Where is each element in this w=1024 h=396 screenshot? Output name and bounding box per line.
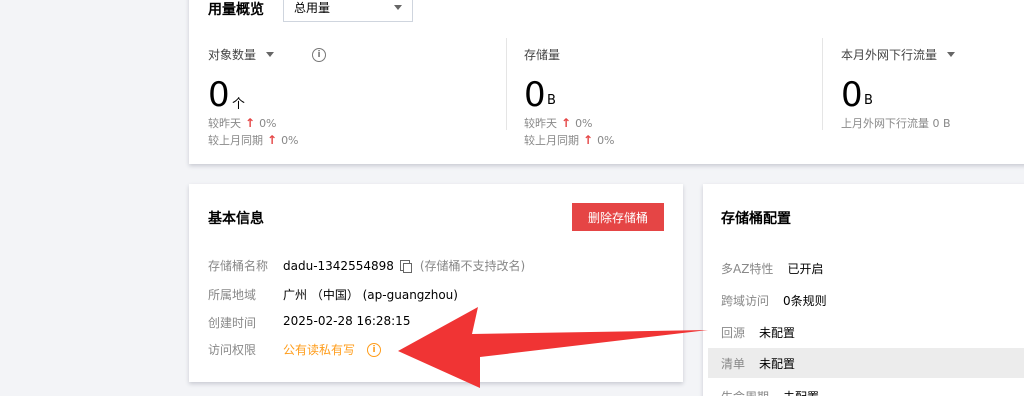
usage-type-select[interactable]: 总用量: [283, 0, 413, 22]
created-time-label: 创建时间: [208, 316, 257, 330]
metric-compare-row: 较昨天 ↑ 0%: [208, 115, 277, 131]
config-key: 清单: [721, 356, 746, 371]
basic-info-title: 基本信息: [208, 211, 264, 227]
config-key: 多AZ特性: [721, 261, 774, 276]
config-value: 未配置: [783, 388, 819, 396]
config-row-inventory[interactable]: 清单 未配置: [708, 348, 1024, 378]
arrow-up-icon: ↑: [245, 116, 256, 130]
compare-label: 较上月同期: [524, 134, 579, 147]
arrow-up-icon: ↑: [267, 133, 278, 147]
chevron-down-icon: [394, 4, 402, 10]
access-permission-value[interactable]: 公有读私有写: [283, 341, 355, 358]
region-value: 广州 （中国） (ap-guangzhou): [283, 288, 458, 302]
metric-object-count-value: 0: [208, 75, 230, 115]
config-value: 已开启: [787, 261, 824, 276]
compare-value: 0%: [597, 133, 615, 147]
bucket-name-label: 存储桶名称: [208, 259, 269, 273]
config-key: 生命周期: [721, 388, 769, 396]
metric-storage-value: 0: [524, 75, 546, 115]
usage-type-value: 总用量: [294, 0, 331, 15]
region-label: 所属地域: [208, 288, 257, 302]
config-value: 未配置: [759, 356, 796, 371]
config-row-multi-az: 多AZ特性 已开启: [708, 253, 1024, 283]
config-key: 跨域访问: [721, 293, 770, 308]
bucket-name-note: (存储桶不支持改名): [419, 259, 526, 273]
compare-value: 0%: [259, 116, 277, 130]
metric-unit: B: [864, 93, 873, 108]
metric-unit: B: [547, 93, 556, 108]
config-value: 未配置: [759, 325, 796, 340]
metric-compare-row: 较上月同期 ↑ 0%: [524, 132, 615, 148]
bucket-name-value: dadu-1342554898: [283, 258, 394, 273]
metric-traffic-value: 0: [841, 75, 863, 115]
chevron-down-icon[interactable]: [947, 52, 956, 57]
divider: [822, 38, 823, 130]
config-key: 回源: [721, 325, 746, 340]
info-icon[interactable]: i: [367, 342, 382, 357]
compare-value: 0%: [281, 133, 299, 147]
metric-last-month-traffic: 上月外网下行流量 0 B: [841, 117, 951, 130]
arrow-up-icon: ↑: [583, 133, 594, 147]
config-row-origin: 回源 未配置: [708, 317, 1024, 347]
metric-traffic-label: 本月外网下行流量: [841, 46, 956, 63]
compare-label: 较上月同期: [208, 134, 263, 147]
created-time-value: 2025-02-28 16:28:15: [283, 314, 411, 328]
access-permission-row: 公有读私有写 i: [283, 341, 382, 358]
metric-label-text: 对象数量: [208, 48, 257, 62]
divider: [506, 38, 507, 130]
metric-unit: 个: [232, 97, 246, 112]
bucket-name-row: dadu-1342554898 (存储桶不支持改名): [283, 257, 525, 274]
metric-label-text: 存储量: [524, 48, 561, 62]
usage-title: 用量概览: [208, 2, 264, 18]
metric-label-text: 本月外网下行流量: [841, 48, 938, 62]
metric-compare-row: 较上月同期 ↑ 0%: [208, 132, 299, 148]
access-permission-label: 访问权限: [208, 343, 257, 357]
compare-label: 较昨天: [208, 117, 241, 130]
config-row-lifecycle: 生命周期 未配置: [708, 381, 1024, 396]
config-row-cors: 跨域访问 0条规则: [708, 285, 1024, 315]
config-value: 0条规则: [783, 293, 827, 308]
compare-value: 0%: [575, 116, 593, 130]
metric-object-count-label: 对象数量 i: [208, 46, 327, 63]
metric-storage-label: 存储量: [524, 46, 560, 63]
copy-icon[interactable]: [399, 260, 412, 273]
compare-label: 较昨天: [524, 117, 557, 130]
bucket-config-title: 存储桶配置: [721, 211, 791, 227]
chevron-down-icon[interactable]: [266, 52, 275, 57]
info-icon[interactable]: i: [312, 47, 327, 62]
delete-bucket-button[interactable]: 删除存储桶: [572, 203, 664, 231]
arrow-up-icon: ↑: [561, 116, 572, 130]
metric-compare-row: 较昨天 ↑ 0%: [524, 115, 593, 131]
